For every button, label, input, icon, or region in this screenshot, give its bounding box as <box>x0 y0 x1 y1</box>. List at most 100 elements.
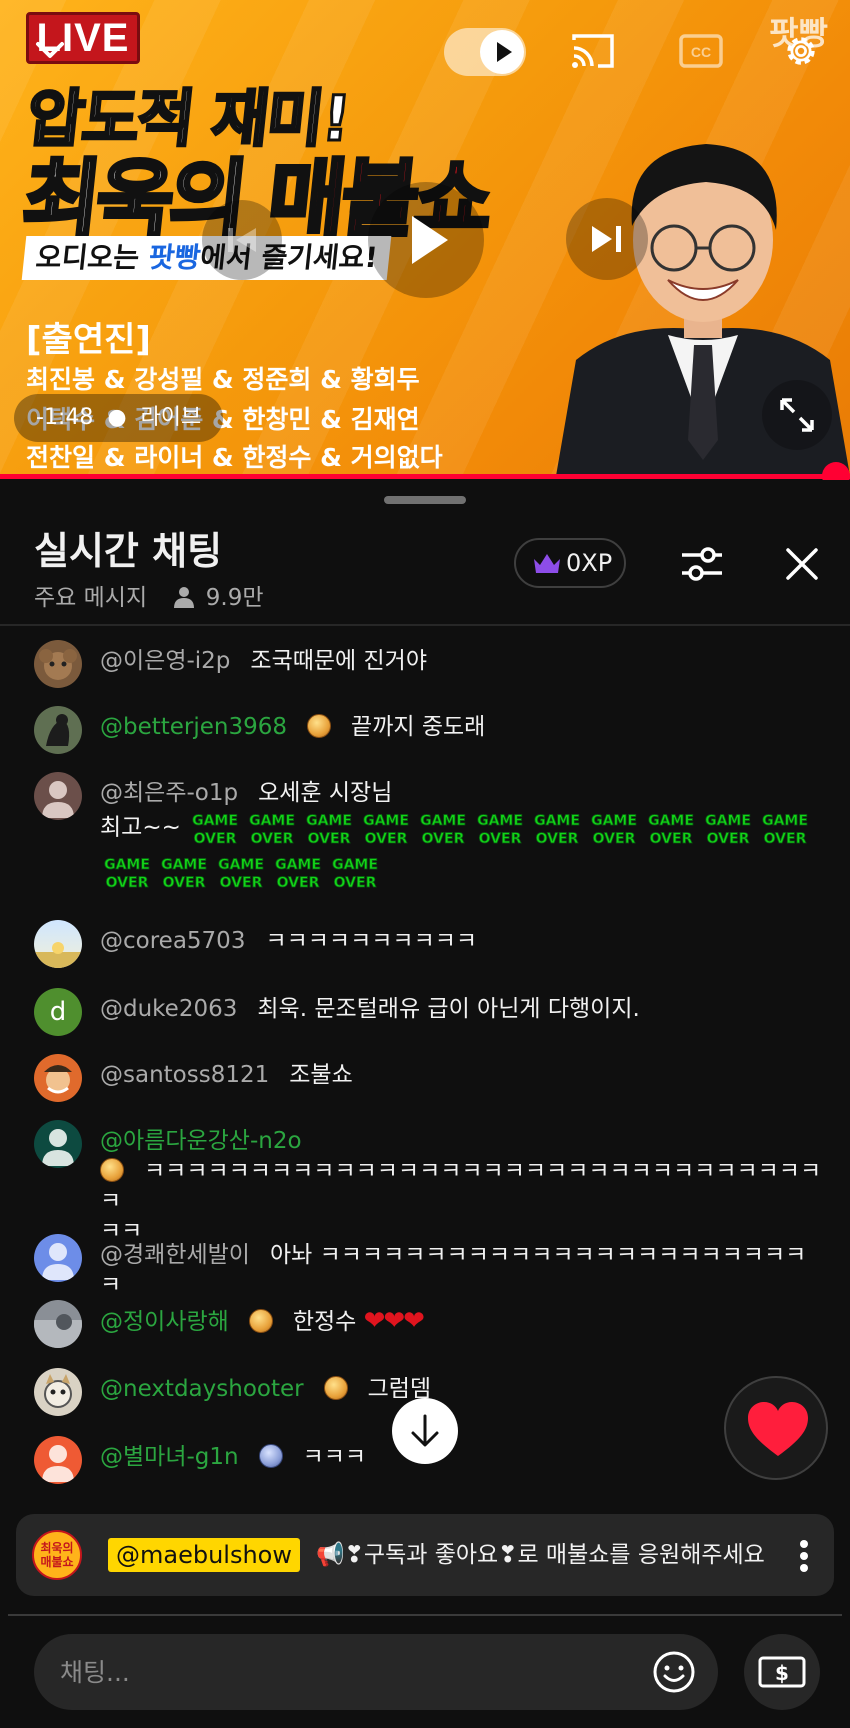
cast-line: 최진봉 & 강성필 & 정준희 & 황희두 <box>26 365 420 394</box>
svg-text:OVER: OVER <box>422 831 465 847</box>
message-author[interactable]: @아름다운강산-n2o <box>100 1128 302 1154</box>
game-over-emote: GAME OVER <box>363 813 410 848</box>
progress-bar[interactable] <box>0 474 850 479</box>
chat-mode-selector[interactable]: 주요 메시지 9.9만 <box>34 578 264 612</box>
svg-text:OVER: OVER <box>220 875 263 891</box>
scroll-to-latest-button[interactable] <box>392 1398 458 1464</box>
game-over-emote: GAME OVER <box>332 857 379 892</box>
autoplay-toggle[interactable] <box>444 28 526 76</box>
chat-input[interactable] <box>60 1634 620 1710</box>
pinned-author[interactable]: @maebulshow <box>108 1538 300 1572</box>
more-vert-icon[interactable] <box>798 1538 810 1574</box>
message-text-cont: 최고~~ <box>100 814 181 841</box>
game-over-emote: GAME OVER <box>705 813 752 848</box>
svg-text:OVER: OVER <box>308 831 351 847</box>
previous-button[interactable] <box>202 200 282 280</box>
svg-text:GAME: GAME <box>332 857 378 873</box>
avatar[interactable] <box>34 640 82 688</box>
next-button[interactable] <box>566 198 648 280</box>
svg-text:OVER: OVER <box>707 831 750 847</box>
member-badge-icon <box>307 714 332 738</box>
game-over-emote: GAME OVER <box>534 813 581 848</box>
message-author[interactable]: @nextdayshooter <box>100 1376 304 1402</box>
avatar[interactable] <box>34 1436 82 1484</box>
svg-text:OVER: OVER <box>365 831 408 847</box>
cast-line: 전찬일 & 라이너 & 한정수 & 거의없다 <box>26 443 443 472</box>
chevron-down-icon[interactable] <box>30 30 70 70</box>
message-text: 조국때문에 진거야 <box>250 648 427 674</box>
svg-text:CC: CC <box>691 44 711 60</box>
avatar[interactable] <box>34 1120 82 1168</box>
xp-button[interactable]: 0XP <box>514 538 626 588</box>
game-over-emote: GAME OVER <box>648 813 695 848</box>
heart-reaction-button[interactable] <box>724 1376 828 1480</box>
previous-icon <box>228 228 256 252</box>
super-chat-button[interactable]: $ <box>744 1634 820 1710</box>
message-author[interactable]: @별마녀-g1n <box>100 1444 239 1470</box>
member-badge-icon <box>258 1444 283 1468</box>
svg-text:OVER: OVER <box>536 831 579 847</box>
svg-text:GAME: GAME <box>591 813 637 829</box>
message-author[interactable]: @santoss8121 <box>100 1062 269 1088</box>
play-icon <box>412 216 448 264</box>
game-over-emote: GAME OVER <box>192 813 239 848</box>
svg-text:OVER: OVER <box>277 875 320 891</box>
game-over-emote: GAME OVER <box>306 813 353 848</box>
message-text: ㅋㅋㅋ <box>302 1444 367 1470</box>
gear-icon[interactable] <box>778 30 824 72</box>
sliders-icon[interactable] <box>680 542 724 586</box>
message-author[interactable]: @경쾌한세발이 <box>100 1242 250 1268</box>
game-over-emote: GAME OVER <box>161 857 208 892</box>
svg-text:OVER: OVER <box>479 831 522 847</box>
avatar[interactable] <box>34 706 82 754</box>
viewer-count: 9.9만 <box>205 585 264 611</box>
video-player[interactable]: LIVE 팟빵 압도적 재미! 최욱의 매불쇼 오디오는 팟빵에서 즐기세요! … <box>0 0 850 476</box>
member-badge-icon <box>323 1376 348 1400</box>
message-author[interactable]: @duke2063 <box>100 996 237 1022</box>
channel-avatar[interactable]: 최욱의 매불쇼 <box>32 1530 82 1580</box>
game-over-emote: GAME OVER <box>420 813 467 848</box>
avatar[interactable] <box>34 1234 82 1282</box>
game-over-emote: GAME OVER <box>104 857 151 892</box>
svg-text:GAME: GAME <box>192 813 238 829</box>
drag-handle[interactable] <box>384 496 466 504</box>
avatar[interactable] <box>34 1368 82 1416</box>
message-text: ㅋㅋㅋㅋㅋㅋㅋㅋㅋㅋ <box>265 928 478 954</box>
arrow-down-icon <box>411 1414 439 1447</box>
heart-emojis: ❤❤❤ <box>363 1306 425 1336</box>
message-text: ㅋㅋㅋㅋㅋㅋㅋㅋㅋㅋㅋㅋㅋㅋㅋㅋㅋㅋㅋㅋㅋㅋㅋㅋㅋㅋㅋㅋㅋㅋㅋㅋㅋ <box>100 1158 822 1214</box>
chat-input-box[interactable] <box>34 1634 718 1710</box>
message-author[interactable]: @최은주-o1p <box>100 780 238 806</box>
avatar-initial: d <box>49 997 67 1027</box>
message-author[interactable]: @정이사랑해 <box>100 1309 229 1335</box>
time-indicator: -1:48 ● 라이브 <box>14 394 224 442</box>
close-icon[interactable] <box>780 542 824 586</box>
svg-text:$: $ <box>775 1661 789 1685</box>
message-author[interactable]: @이은영-i2p <box>100 648 230 674</box>
pinned-message[interactable]: 최욱의 매불쇼 @maebulshow 📢❣구독과 좋아요❣로 매불쇼를 응원해… <box>16 1514 834 1596</box>
svg-text:GAME: GAME <box>762 813 808 829</box>
avatar[interactable] <box>34 1300 82 1348</box>
message-author[interactable]: @corea5703 <box>100 928 245 954</box>
avatar[interactable] <box>34 772 82 820</box>
person-icon <box>174 587 195 608</box>
svg-text:GAME: GAME <box>218 857 264 873</box>
avatar[interactable] <box>34 1054 82 1102</box>
message-text: 최욱. 문조털래유 급이 아닌게 다행이지. <box>257 996 640 1022</box>
cast-icon[interactable] <box>570 30 616 72</box>
avatar[interactable] <box>34 920 82 968</box>
message-text: 오세훈 시장님 <box>258 780 393 806</box>
chat-title: 실시간 채팅 <box>34 529 223 573</box>
next-icon <box>592 226 621 252</box>
emoji-icon[interactable] <box>652 1650 696 1694</box>
fullscreen-button[interactable] <box>762 380 832 450</box>
message-author[interactable]: @betterjen3968 <box>100 714 287 740</box>
svg-text:GAME: GAME <box>104 857 150 873</box>
avatar[interactable]: d <box>34 988 82 1036</box>
captions-icon[interactable]: CC <box>678 30 724 72</box>
member-badge-icon <box>100 1158 124 1182</box>
svg-text:OVER: OVER <box>251 831 294 847</box>
play-button[interactable] <box>368 182 484 298</box>
dollar-icon: $ <box>758 1656 806 1688</box>
xp-value: 0XP <box>566 549 613 577</box>
